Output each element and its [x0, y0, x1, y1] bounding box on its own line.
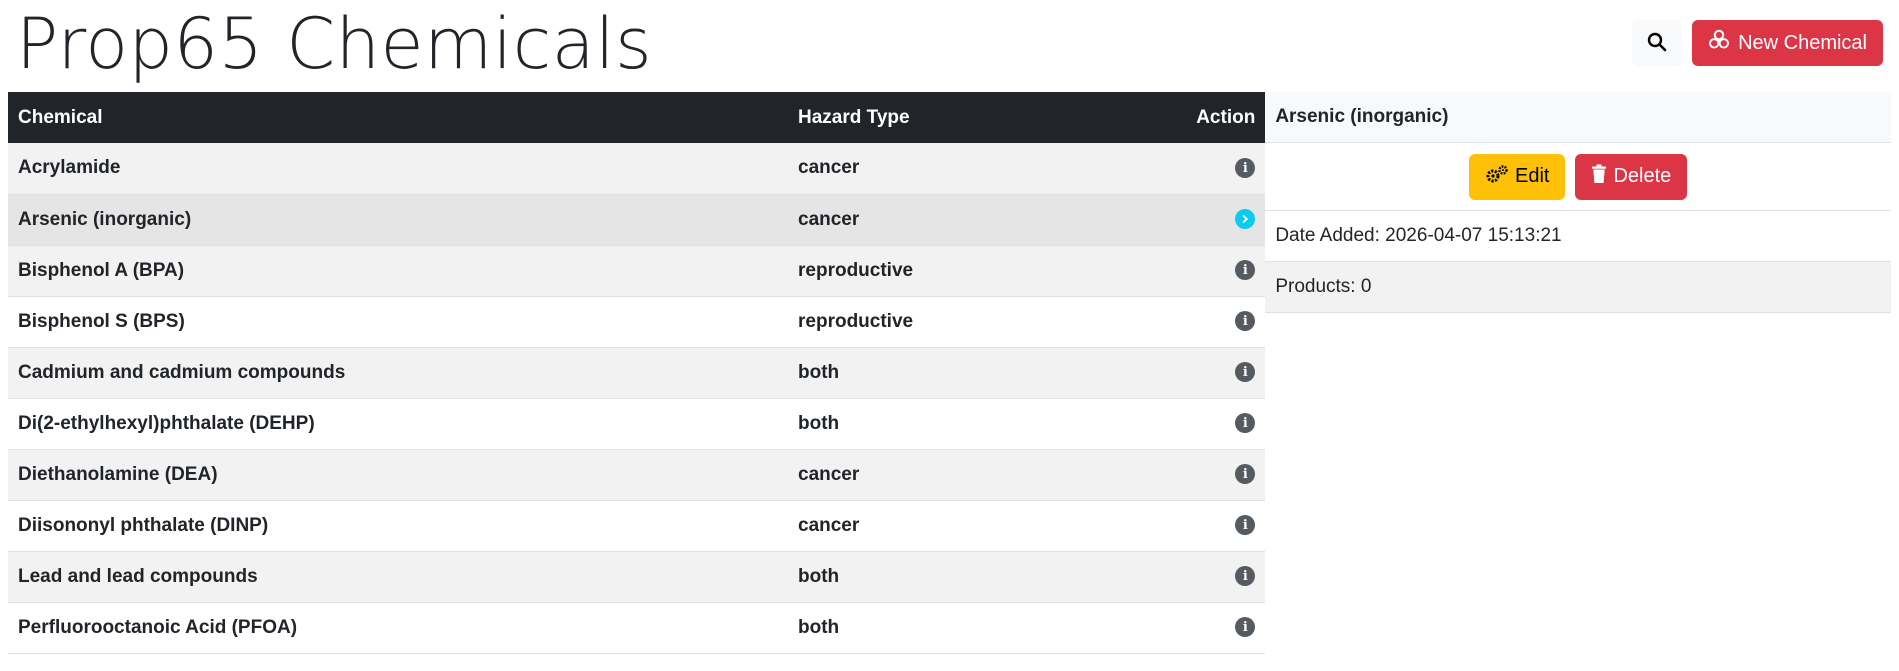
- gears-icon: [1485, 164, 1509, 190]
- delete-button[interactable]: Delete: [1575, 153, 1688, 200]
- info-icon[interactable]: i: [1235, 464, 1256, 485]
- chemical-name: Perfluorooctanoic Acid (PFOA): [8, 602, 788, 654]
- hazard-type: cancer: [788, 449, 1168, 501]
- chevron-right-icon[interactable]: [1235, 209, 1256, 230]
- column-header-action: Action: [1168, 92, 1266, 143]
- page: Prop65 Chemicals New Chemical Chemical H…: [0, 0, 1899, 671]
- info-icon[interactable]: i: [1235, 260, 1256, 281]
- table-row[interactable]: Bisphenol S (BPS) reproductive i: [8, 296, 1266, 348]
- detail-panel: Arsenic (inorganic) Edit Delete Date Add…: [1265, 92, 1891, 654]
- info-icon[interactable]: i: [1235, 311, 1256, 332]
- content: Chemical Hazard Type Action Acrylamide c…: [8, 92, 1891, 654]
- hazard-type: cancer: [788, 500, 1168, 552]
- info-icon[interactable]: i: [1235, 617, 1256, 638]
- table-row-selected[interactable]: Arsenic (inorganic) cancer: [8, 194, 1266, 246]
- table-row[interactable]: Di(2-ethylhexyl)phthalate (DEHP) both i: [8, 398, 1266, 450]
- header: Prop65 Chemicals New Chemical: [8, 0, 1891, 92]
- chemicals-table-container: Chemical Hazard Type Action Acrylamide c…: [8, 92, 1266, 654]
- date-added: Date Added: 2026-04-07 15:13:21: [1265, 211, 1891, 262]
- hazard-type: both: [788, 347, 1168, 399]
- chemical-name: Bisphenol A (BPA): [8, 245, 788, 297]
- header-actions: New Chemical: [1632, 20, 1883, 66]
- table-row[interactable]: Cadmium and cadmium compounds both i: [8, 347, 1266, 399]
- chemical-name: Acrylamide: [8, 143, 788, 195]
- table-row[interactable]: Diethanolamine (DEA) cancer i: [8, 449, 1266, 501]
- info-icon[interactable]: i: [1235, 515, 1256, 536]
- biohazard-icon: [1708, 29, 1730, 57]
- info-icon[interactable]: i: [1235, 566, 1256, 587]
- new-chemical-button[interactable]: New Chemical: [1692, 20, 1883, 66]
- search-icon: [1647, 32, 1667, 55]
- chemical-name: Di(2-ethylhexyl)phthalate (DEHP): [8, 398, 788, 450]
- table-row[interactable]: Acrylamide cancer i: [8, 143, 1266, 195]
- hazard-type: both: [788, 602, 1168, 654]
- table-row[interactable]: Bisphenol A (BPA) reproductive i: [8, 245, 1266, 297]
- chemical-name: Bisphenol S (BPS): [8, 296, 788, 348]
- detail-title: Arsenic (inorganic): [1265, 92, 1891, 143]
- info-icon[interactable]: i: [1235, 413, 1256, 434]
- table-row[interactable]: Lead and lead compounds both i: [8, 551, 1266, 603]
- hazard-type: cancer: [788, 194, 1168, 246]
- hazard-type: reproductive: [788, 296, 1168, 348]
- products-count: Products: 0: [1265, 262, 1891, 313]
- chemicals-table: Chemical Hazard Type Action Acrylamide c…: [8, 92, 1266, 654]
- chemical-name: Cadmium and cadmium compounds: [8, 347, 788, 399]
- search-button[interactable]: [1632, 20, 1683, 66]
- delete-label: Delete: [1613, 165, 1672, 187]
- hazard-type: reproductive: [788, 245, 1168, 297]
- chemical-name: Diisononyl phthalate (DINP): [8, 500, 788, 552]
- chemical-name: Lead and lead compounds: [8, 551, 788, 603]
- edit-button[interactable]: Edit: [1469, 153, 1566, 200]
- info-icon[interactable]: i: [1235, 158, 1256, 179]
- info-icon[interactable]: i: [1235, 362, 1256, 383]
- page-title: Prop65 Chemicals: [16, 3, 653, 85]
- chemical-name: Arsenic (inorganic): [8, 194, 788, 246]
- table-header-row: Chemical Hazard Type Action: [8, 92, 1266, 143]
- column-header-hazard-type: Hazard Type: [788, 92, 1168, 143]
- table-row[interactable]: Diisononyl phthalate (DINP) cancer i: [8, 500, 1266, 552]
- hazard-type: both: [788, 398, 1168, 450]
- hazard-type: both: [788, 551, 1168, 603]
- new-chemical-label: New Chemical: [1738, 31, 1867, 54]
- trash-icon: [1591, 164, 1607, 190]
- chemical-name: Diethanolamine (DEA): [8, 449, 788, 501]
- detail-actions: Edit Delete: [1265, 143, 1891, 211]
- column-header-chemical: Chemical: [8, 92, 788, 143]
- edit-label: Edit: [1515, 165, 1550, 187]
- hazard-type: cancer: [788, 143, 1168, 195]
- table-row[interactable]: Perfluorooctanoic Acid (PFOA) both i: [8, 602, 1266, 654]
